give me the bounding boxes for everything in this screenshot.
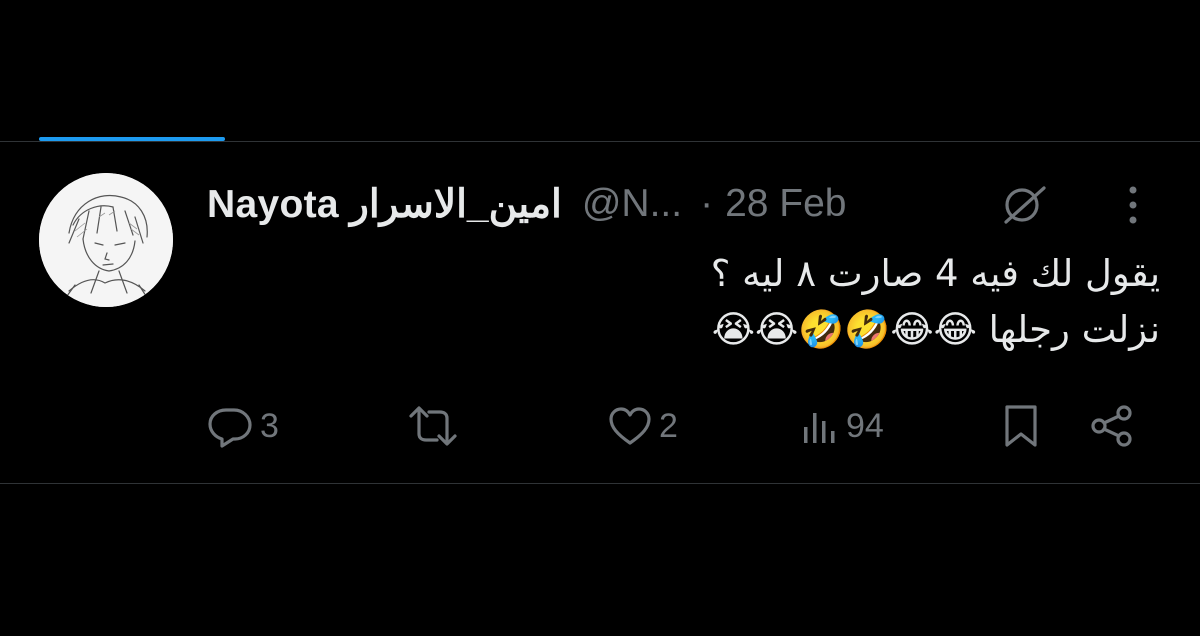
retweet-icon bbox=[409, 406, 457, 446]
bookmark-icon bbox=[1005, 405, 1037, 447]
display-name[interactable]: Nayota امين_الاسرار bbox=[207, 182, 562, 227]
tweet-actions: 3 2 94 bbox=[0, 398, 1200, 454]
views-count: 94 bbox=[846, 406, 884, 445]
reply-icon bbox=[208, 408, 252, 448]
reply-count: 3 bbox=[260, 406, 279, 445]
like-count: 2 bbox=[659, 406, 678, 445]
user-handle[interactable]: @N... bbox=[582, 182, 682, 226]
share-button[interactable] bbox=[1088, 398, 1136, 454]
bookmark-button[interactable] bbox=[1001, 398, 1041, 454]
reply-button[interactable]: 3 bbox=[206, 398, 279, 454]
heart-icon bbox=[609, 407, 651, 445]
tweet-text-line: نزلت رجلها 😂😂🤣🤣😭😭 bbox=[711, 308, 1160, 351]
separator-dot: · bbox=[700, 182, 714, 225]
tweet-header: Nayota امين_الاسرار @N... · 28 Feb bbox=[207, 178, 847, 230]
circle-slash-badge-icon[interactable] bbox=[998, 182, 1050, 226]
tweet-text: يقول لك فيه 4 صارت ٨ ليه ؟ نزلت رجلها 😂😂… bbox=[560, 246, 1160, 358]
bottom-divider bbox=[0, 483, 1200, 484]
avatar-sketch-image bbox=[39, 173, 173, 307]
more-vertical-icon[interactable] bbox=[1118, 182, 1148, 228]
top-divider bbox=[0, 141, 1200, 142]
share-icon bbox=[1091, 405, 1132, 447]
retweet-button[interactable] bbox=[405, 398, 467, 454]
like-button[interactable]: 2 bbox=[607, 398, 678, 454]
tweet-text-line: يقول لك فيه 4 صارت ٨ ليه ؟ bbox=[710, 252, 1160, 295]
avatar[interactable] bbox=[39, 173, 173, 307]
views-button[interactable]: 94 bbox=[800, 398, 884, 454]
views-icon bbox=[804, 413, 835, 443]
tweet-date[interactable]: 28 Feb bbox=[725, 182, 846, 226]
